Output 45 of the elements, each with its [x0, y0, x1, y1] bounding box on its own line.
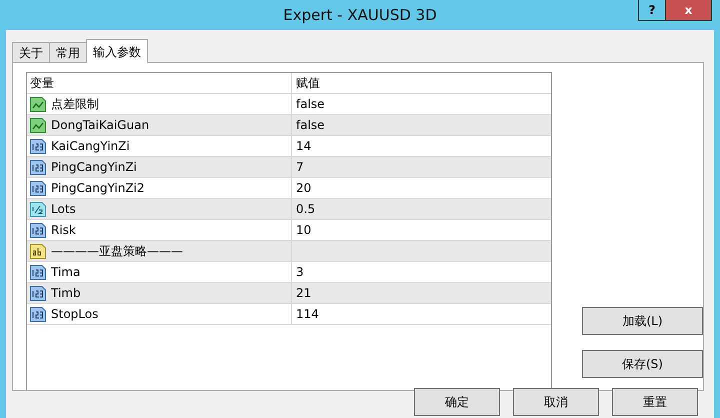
parameter-name: DongTaiKaiGuan — [51, 117, 150, 134]
tab[interactable]: 常用 — [49, 42, 87, 62]
parameter-name: Tima — [51, 264, 80, 281]
parameter-value: 10 — [296, 222, 312, 239]
parameter-value: 21 — [296, 285, 312, 302]
side-button[interactable]: 加载(L) — [582, 307, 703, 335]
side-button[interactable]: 保存(S) — [582, 350, 703, 378]
parameter-value: 14 — [296, 138, 312, 155]
parameter-name: 点差限制 — [51, 96, 99, 113]
parameter-value: 114 — [296, 306, 319, 323]
parameter-value: false — [296, 117, 325, 134]
column-header: 变量 — [30, 75, 54, 92]
tab[interactable]: 关于 — [12, 42, 50, 62]
number-icon — [30, 138, 46, 154]
parameter-name: PingCangYinZi2 — [51, 180, 145, 197]
parameter-value: 20 — [296, 180, 312, 197]
fraction-icon — [30, 202, 46, 216]
parameter-name: Lots — [51, 201, 76, 218]
cancel-button[interactable]: 取消 — [513, 388, 599, 416]
number-icon — [30, 306, 46, 322]
number-icon — [30, 222, 46, 238]
parameter-name: KaiCangYinZi — [51, 138, 130, 155]
parameter-name: Risk — [51, 222, 76, 239]
parameter-name: Timb — [51, 285, 81, 302]
number-icon — [30, 180, 46, 196]
chart-icon — [30, 118, 46, 132]
reset-button[interactable]: 重置 — [612, 388, 698, 416]
close-button[interactable]: x — [666, 0, 712, 21]
parameter-value: false — [296, 96, 325, 113]
chart-icon — [30, 96, 46, 112]
parameter-name: ————亚盘策略——— — [51, 243, 183, 260]
parameter-value: 7 — [296, 159, 304, 176]
number-icon — [30, 160, 46, 174]
window-title: Expert - XAUUSD 3D — [283, 4, 437, 26]
parameter-name: StopLos — [51, 306, 98, 323]
parameter-value: 3 — [296, 264, 304, 281]
help-button[interactable]: ? — [638, 0, 666, 21]
parameter-name: PingCangYinZi — [51, 159, 137, 176]
number-icon — [30, 286, 46, 300]
column-header: 赋值 — [296, 75, 320, 92]
text-icon — [30, 244, 46, 258]
ok-button[interactable]: 确定 — [414, 388, 500, 416]
tab[interactable]: 输入参数 — [86, 39, 148, 63]
parameter-value: 0.5 — [296, 201, 316, 218]
number-icon — [30, 264, 46, 280]
